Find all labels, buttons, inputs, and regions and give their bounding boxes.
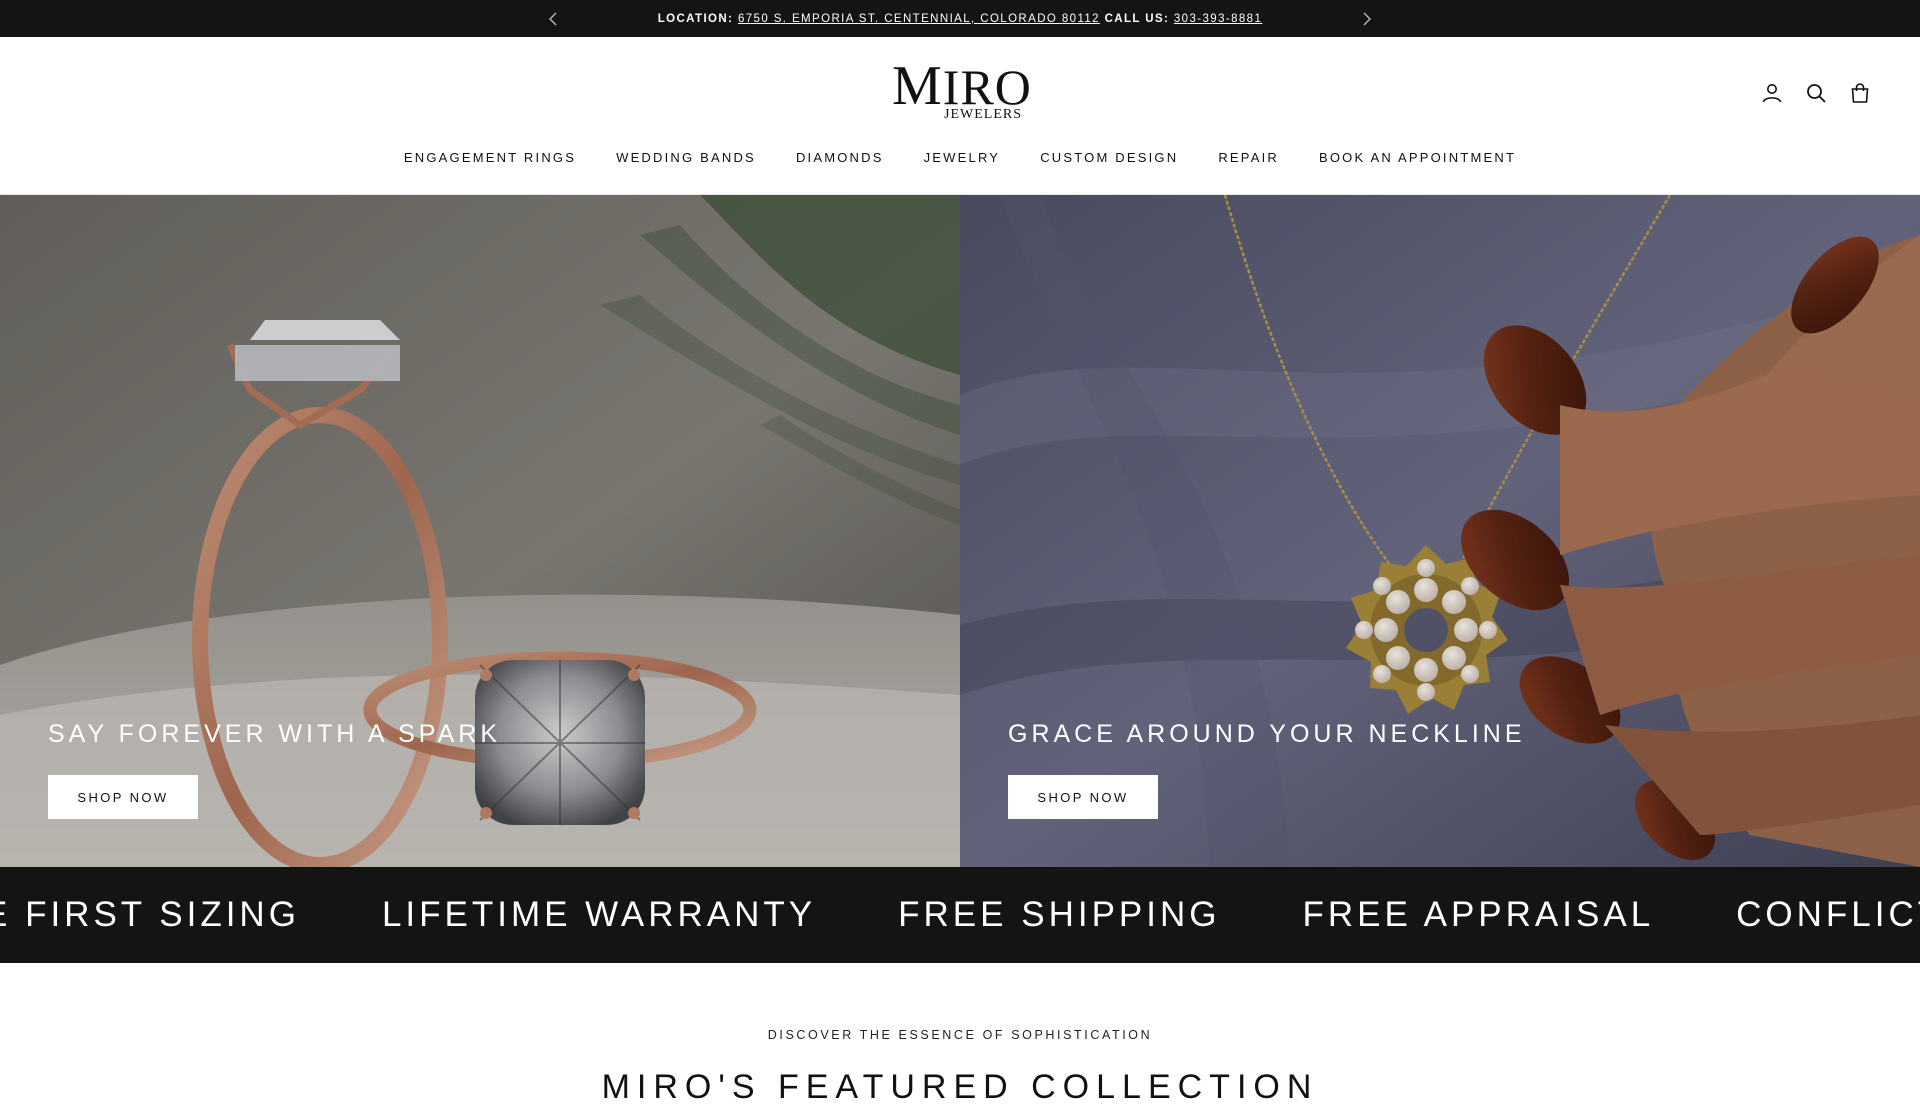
nav-engagement-rings[interactable]: ENGAGEMENT RINGS xyxy=(404,150,576,165)
nav-diamonds[interactable]: DIAMONDS xyxy=(796,150,884,165)
ring-hero-image xyxy=(0,195,960,867)
featured-title: MIRO'S FEATURED COLLECTION xyxy=(601,1068,1319,1106)
shop-now-necklace-button[interactable]: SHOP NOW xyxy=(1008,775,1158,819)
marquee-item: E FIRST SIZING xyxy=(0,895,300,934)
main-navigation: ENGAGEMENT RINGS WEDDING BANDS DIAMONDS … xyxy=(0,150,1920,165)
hero-engagement-panel[interactable]: SAY FOREVER WITH A SPARK SHOP NOW xyxy=(0,195,960,867)
hero-necklace-panel[interactable]: GRACE AROUND YOUR NECKLINE SHOP NOW xyxy=(960,195,1920,867)
phone-link[interactable]: 303-393-8881 xyxy=(1174,13,1262,25)
call-label: CALL US: xyxy=(1104,12,1170,25)
marquee-item: FREE SHIPPING xyxy=(898,895,1221,934)
nav-custom-design[interactable]: CUSTOM DESIGN xyxy=(1040,150,1178,165)
brand-name: MIRO xyxy=(892,55,1032,117)
search-icon[interactable] xyxy=(1804,81,1828,105)
nav-book-appointment[interactable]: BOOK AN APPOINTMENT xyxy=(1319,150,1516,165)
marquee-item: LIFETIME WARRANTY xyxy=(381,895,817,934)
marquee-track: E FIRST SIZING LIFETIME WARRANTY FREE SH… xyxy=(0,867,1920,963)
nav-jewelry[interactable]: JEWELRY xyxy=(924,150,1001,165)
account-icon[interactable] xyxy=(1760,81,1784,105)
marquee-item: FREE APPRAISAL xyxy=(1302,895,1655,934)
nav-repair[interactable]: REPAIR xyxy=(1218,150,1279,165)
location-label: LOCATION: xyxy=(657,12,734,25)
nav-wedding-bands[interactable]: WEDDING BANDS xyxy=(616,150,756,165)
chevron-left-icon[interactable] xyxy=(543,9,563,29)
shop-now-rings-button[interactable]: SHOP NOW xyxy=(48,775,198,819)
address-link[interactable]: 6750 S. EMPORIA ST. CENTENNIAL, COLORADO… xyxy=(738,13,1100,25)
header-actions xyxy=(1760,81,1872,105)
announcement-bar: LOCATION: 6750 S. EMPORIA ST. CENTENNIAL… xyxy=(0,0,1920,37)
cart-bag-icon[interactable] xyxy=(1848,81,1872,105)
hero-right-heading: GRACE AROUND YOUR NECKLINE xyxy=(1008,720,1526,748)
necklace-hero-image xyxy=(960,195,1920,867)
benefits-marquee: E FIRST SIZING LIFETIME WARRANTY FREE SH… xyxy=(0,867,1920,963)
chevron-right-icon[interactable] xyxy=(1357,9,1377,29)
featured-eyebrow: DISCOVER THE ESSENCE OF SOPHISTICATION xyxy=(767,1028,1153,1042)
announcement-message: LOCATION: 6750 S. EMPORIA ST. CENTENNIAL… xyxy=(658,13,1263,25)
brand-logo[interactable]: MIRO JEWELERS xyxy=(892,55,1032,124)
site-header: MIRO JEWELERS ENGAGEMENT RINGS WEDDING B… xyxy=(0,37,1920,195)
marquee-item: CONFLICT xyxy=(1736,895,1920,934)
hero-left-heading: SAY FOREVER WITH A SPARK xyxy=(48,720,502,748)
